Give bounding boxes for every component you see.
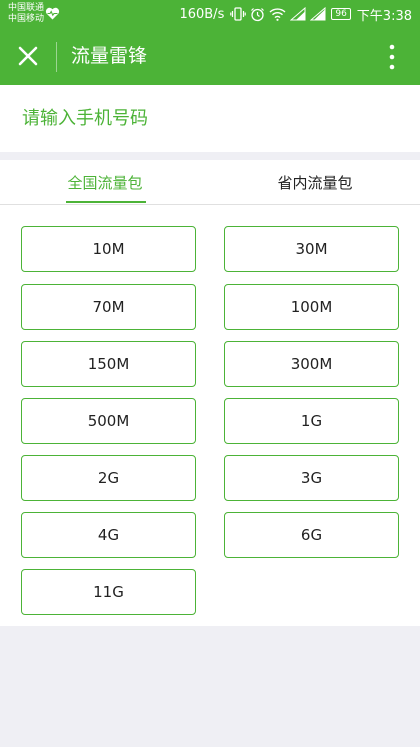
- package-2g-button[interactable]: 2G: [21, 455, 196, 501]
- heart-health-icon: [45, 7, 60, 20]
- signal-2-icon: [310, 7, 326, 21]
- tab-provincial-package[interactable]: 省内流量包: [210, 160, 420, 205]
- package-100m-button[interactable]: 100M: [224, 284, 399, 330]
- package-6g-button[interactable]: 6G: [224, 512, 399, 558]
- package-panel: 全国流量包 省内流量包 10M 30M 70M 100M 150M 300M 5…: [0, 160, 420, 626]
- title-bar: 流量雷锋: [0, 28, 420, 85]
- carrier-2: 中国移动: [8, 14, 45, 24]
- carrier-info: 中国联通 中国移动: [8, 3, 44, 25]
- close-icon[interactable]: [14, 42, 42, 70]
- clock: 下午3:38: [356, 8, 412, 24]
- package-300m-button[interactable]: 300M: [224, 341, 399, 387]
- wifi-icon: [269, 8, 286, 21]
- package-4g-button[interactable]: 4G: [21, 512, 196, 558]
- page-title: 流量雷锋: [71, 45, 148, 67]
- more-options-icon[interactable]: [380, 42, 404, 72]
- package-70m-button[interactable]: 70M: [21, 284, 196, 330]
- package-1g-button[interactable]: 1G: [224, 398, 399, 444]
- phone-section: [0, 85, 420, 152]
- status-bar: 中国联通 中国移动 160B/s 96 下午3:38: [0, 0, 420, 28]
- alarm-icon: [251, 7, 265, 21]
- phone-number-input[interactable]: [22, 103, 402, 133]
- network-speed: 160B/s: [179, 6, 225, 22]
- tab-national-package[interactable]: 全国流量包: [0, 160, 210, 205]
- battery-icon: 96: [331, 8, 351, 20]
- status-icons: 160B/s 96 下午3:38: [179, 5, 412, 24]
- package-11g-button[interactable]: 11G: [21, 569, 196, 615]
- package-500m-button[interactable]: 500M: [21, 398, 196, 444]
- package-tabs: 全国流量包 省内流量包: [0, 160, 420, 205]
- package-3g-button[interactable]: 3G: [224, 455, 399, 501]
- title-divider: [56, 42, 57, 72]
- package-10m-button[interactable]: 10M: [21, 226, 196, 272]
- carrier-1: 中国联通: [8, 3, 45, 13]
- vibrate-icon: [230, 7, 247, 21]
- signal-1-icon: [290, 7, 306, 21]
- package-150m-button[interactable]: 150M: [21, 341, 196, 387]
- active-tab-indicator: [66, 201, 146, 203]
- package-30m-button[interactable]: 30M: [224, 226, 399, 272]
- app-header: 中国联通 中国移动 160B/s 96 下午3:38 流量雷锋: [0, 0, 420, 85]
